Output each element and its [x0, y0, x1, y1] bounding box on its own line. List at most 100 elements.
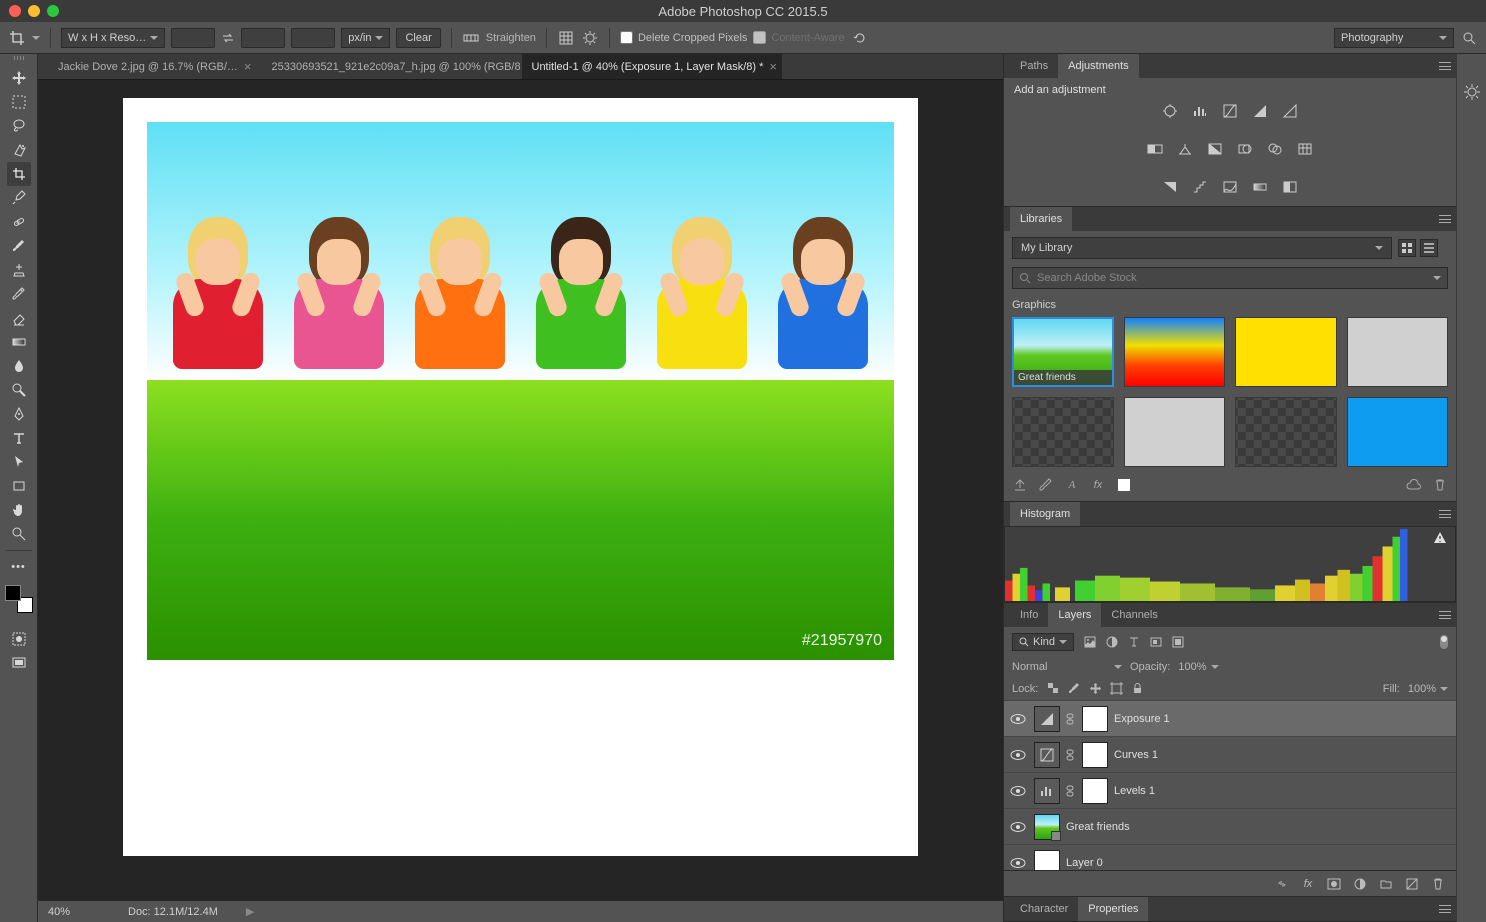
library-thumb[interactable]: Great friends: [1012, 317, 1114, 387]
filter-adjust-icon[interactable]: [1104, 634, 1120, 650]
library-dropdown[interactable]: My Library: [1012, 237, 1392, 259]
chevron-down-icon[interactable]: [32, 36, 40, 40]
library-thumb[interactable]: [1235, 397, 1337, 467]
channel-mixer-icon[interactable]: [1265, 140, 1285, 158]
close-window[interactable]: [9, 5, 21, 17]
swap-dimensions-icon[interactable]: [221, 31, 235, 45]
lock-pixels-icon[interactable]: [1067, 681, 1082, 696]
visibility-toggle[interactable]: [1010, 857, 1028, 869]
close-tab-icon[interactable]: ×: [244, 59, 252, 74]
hue-saturation-icon[interactable]: [1145, 140, 1165, 158]
zoom-window[interactable]: [47, 5, 59, 17]
layer-name[interactable]: Levels 1: [1114, 785, 1155, 797]
layer-name[interactable]: Great friends: [1066, 821, 1130, 833]
layer-mask-icon[interactable]: [1326, 876, 1342, 892]
visibility-toggle[interactable]: [1010, 749, 1028, 761]
gradient-tool[interactable]: [7, 330, 31, 354]
link-mask-icon[interactable]: [1066, 712, 1076, 726]
layer-name[interactable]: Curves 1: [1114, 749, 1158, 761]
crop-resolution-input[interactable]: [291, 28, 335, 48]
selective-color-icon[interactable]: [1280, 178, 1300, 196]
straighten-label[interactable]: Straighten: [486, 32, 536, 44]
brush-tool[interactable]: [7, 234, 31, 258]
blend-mode-dropdown[interactable]: Normal: [1012, 661, 1122, 673]
gradient-map-icon[interactable]: [1250, 178, 1270, 196]
panel-menu-icon[interactable]: [1434, 502, 1456, 526]
lock-position-icon[interactable]: [1088, 681, 1103, 696]
layer-mask-thumb[interactable]: [1082, 742, 1108, 768]
rectangle-tool[interactable]: [7, 474, 31, 498]
screen-mode-icon[interactable]: [7, 651, 31, 675]
layer-mask-thumb[interactable]: [1082, 706, 1108, 732]
delete-cropped-checkbox[interactable]: Delete Cropped Pixels: [620, 31, 747, 44]
add-fx-icon[interactable]: fx: [1090, 477, 1106, 493]
tab-histogram[interactable]: Histogram: [1010, 502, 1080, 526]
layer-row[interactable]: Exposure 1: [1004, 700, 1456, 736]
new-layer-icon[interactable]: [1404, 876, 1420, 892]
layer-mask-thumb[interactable]: [1082, 778, 1108, 804]
crop-height-input[interactable]: [241, 28, 285, 48]
add-char-style-icon[interactable]: A: [1064, 477, 1080, 493]
unit-dropdown[interactable]: px/in: [341, 28, 390, 48]
search-icon[interactable]: [1460, 29, 1478, 47]
link-mask-icon[interactable]: [1066, 748, 1076, 762]
layer-row[interactable]: Layer 0: [1004, 844, 1456, 870]
minimize-window[interactable]: [28, 5, 40, 17]
invert-icon[interactable]: [1160, 178, 1180, 196]
tab-character[interactable]: Character: [1010, 897, 1078, 921]
vibrance-icon[interactable]: [1280, 102, 1300, 120]
group-icon[interactable]: [1378, 876, 1394, 892]
doc-size[interactable]: Doc: 12.1M/12.4M: [128, 906, 218, 918]
workspace-dropdown[interactable]: Photography: [1334, 28, 1454, 48]
cc-cloud-icon[interactable]: [1406, 477, 1422, 493]
color-swatches[interactable]: [5, 585, 33, 613]
close-tab-icon[interactable]: ×: [769, 59, 777, 74]
move-tool[interactable]: [7, 66, 31, 90]
add-color-icon[interactable]: [1116, 477, 1132, 493]
visibility-toggle[interactable]: [1010, 821, 1028, 833]
crop-width-input[interactable]: [171, 28, 215, 48]
link-layers-icon[interactable]: [1274, 876, 1290, 892]
lasso-tool[interactable]: [7, 114, 31, 138]
reset-crop-icon[interactable]: [851, 29, 869, 47]
library-thumb[interactable]: [1124, 317, 1226, 387]
clone-stamp-tool[interactable]: [7, 258, 31, 282]
photo-filter-icon[interactable]: [1235, 140, 1255, 158]
document-tab[interactable]: Untitled-1 @ 40% (Exposure 1, Layer Mask…: [522, 54, 782, 79]
layer-row[interactable]: Great friends: [1004, 808, 1456, 844]
threshold-icon[interactable]: [1220, 178, 1240, 196]
exposure-icon[interactable]: [1250, 102, 1270, 120]
crop-tool-icon[interactable]: [8, 29, 26, 47]
histogram-warning-icon[interactable]: [1433, 531, 1447, 545]
library-thumb[interactable]: [1235, 317, 1337, 387]
marquee-tool[interactable]: [7, 90, 31, 114]
straighten-icon[interactable]: [462, 29, 480, 47]
library-thumb[interactable]: [1124, 397, 1226, 467]
panel-menu-icon[interactable]: [1434, 207, 1456, 231]
history-brush-tool[interactable]: [7, 282, 31, 306]
layer-thumb[interactable]: [1034, 814, 1060, 840]
list-view-icon[interactable]: [1420, 239, 1438, 257]
posterize-icon[interactable]: [1190, 178, 1210, 196]
status-arrow-icon[interactable]: ▶: [246, 905, 254, 918]
quick-mask-icon[interactable]: [7, 627, 31, 651]
color-balance-icon[interactable]: [1175, 140, 1195, 158]
document-tab[interactable]: 25330693521_921e2c09a7_h.jpg @ 100% (RGB…: [262, 54, 522, 79]
panel-menu-icon[interactable]: [1434, 897, 1456, 921]
crop-tool[interactable]: [7, 162, 31, 186]
panel-menu-icon[interactable]: [1434, 603, 1456, 627]
healing-brush-tool[interactable]: [7, 210, 31, 234]
edit-toolbar[interactable]: •••: [7, 555, 31, 579]
black-white-icon[interactable]: [1205, 140, 1225, 158]
blur-tool[interactable]: [7, 354, 31, 378]
document-tab[interactable]: Jackie Dove 2.jpg @ 16.7% (RGB/…×: [48, 54, 262, 79]
eraser-tool[interactable]: [7, 306, 31, 330]
library-thumb[interactable]: [1347, 397, 1449, 467]
eyedropper-tool[interactable]: [7, 186, 31, 210]
layer-filter-dropdown[interactable]: Kind: [1012, 633, 1074, 651]
path-select-tool[interactable]: [7, 450, 31, 474]
visibility-toggle[interactable]: [1010, 713, 1028, 725]
canvas-viewport[interactable]: #21957970: [38, 80, 1003, 900]
link-mask-icon[interactable]: [1066, 784, 1076, 798]
tab-properties[interactable]: Properties: [1078, 897, 1148, 921]
